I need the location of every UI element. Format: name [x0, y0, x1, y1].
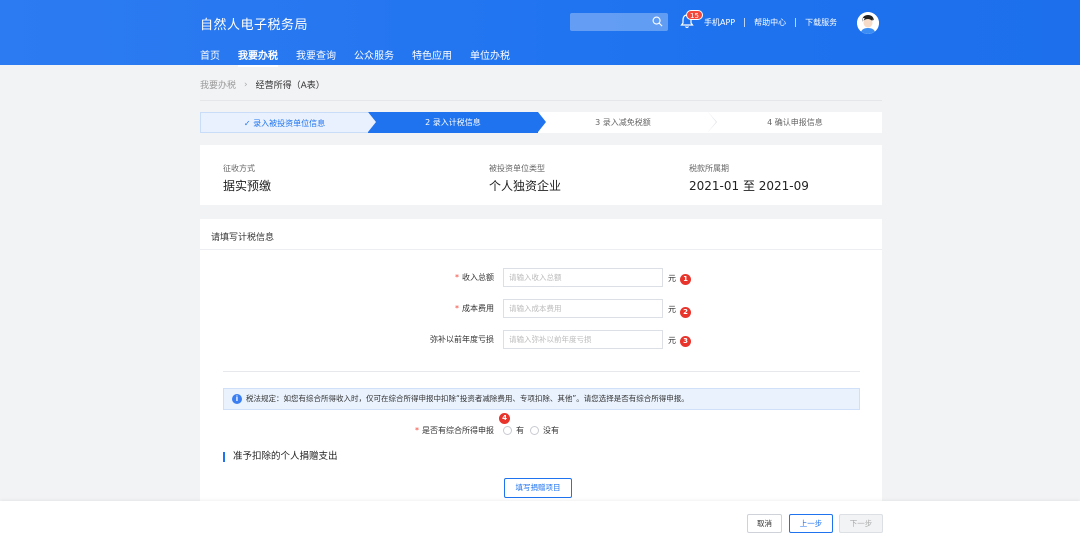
breadcrumb: 我要办税 › 经营所得（A表）	[200, 78, 325, 92]
footer-bar: 取消 上一步 下一步	[0, 501, 1080, 537]
divider	[200, 249, 882, 250]
prior-loss-unit: 元	[668, 336, 676, 345]
chevron-right-icon: ›	[244, 79, 248, 90]
mobile-app-link[interactable]: 手机APP	[704, 17, 735, 28]
radio-yes-label: 有	[516, 426, 524, 435]
step-4: 4 确认申报信息	[708, 112, 882, 133]
search-input[interactable]	[570, 13, 668, 31]
prior-loss-label: 弥补以前年度亏损	[430, 335, 494, 344]
nav-tax-filing[interactable]: 我要办税	[238, 47, 278, 67]
tax-period-value: 2021-01 至 2021-09	[689, 179, 809, 193]
nav-query[interactable]: 我要查询	[296, 47, 336, 62]
breadcrumb-current: 经营所得（A表）	[255, 81, 325, 91]
form-title: 请填写计税信息	[211, 233, 275, 243]
total-income-input[interactable]: 请输入收入总额	[503, 268, 663, 287]
breadcrumb-parent[interactable]: 我要办税	[200, 78, 236, 91]
declaration-summary: 征收方式 据实预缴 被投资单位类型 个人独资企业 税款所属期 2021-01 至…	[200, 145, 882, 205]
step-2: 2 录入计税信息	[368, 112, 546, 133]
step-1-label: ✓ 录入被投资单位信息	[243, 119, 326, 128]
radio-circle[interactable]	[530, 426, 539, 435]
radio-yes[interactable]: 有	[503, 425, 524, 436]
nav-special-apps[interactable]: 特色应用	[412, 47, 452, 62]
divider	[200, 100, 882, 101]
notification-badge: 15	[686, 10, 703, 20]
step-indicator: ✓ 录入被投资单位信息 2 录入计税信息 3 录入减免税额 4 确认申报信息	[200, 112, 882, 133]
tax-period: 税款所属期 2021-01 至 2021-09	[689, 163, 809, 194]
donation-section-title: 准予扣除的个人捐赠支出	[223, 452, 338, 462]
top-header: 自然人电子税务局 首页 我要办税 我要查询 公众服务 特色应用 单位办税 15 …	[0, 0, 1080, 67]
total-income-label: * 收入总额	[455, 273, 494, 282]
field-cost-expense: * 成本费用 请输入成本费用 元 2	[200, 299, 882, 319]
radio-no-label: 没有	[543, 426, 559, 435]
main-nav: 首页 我要办税 我要查询 公众服务 特色应用 单位办税	[200, 47, 528, 67]
nav-home[interactable]: 首页	[200, 47, 220, 62]
info-icon	[232, 389, 242, 409]
user-avatar-icon	[857, 12, 879, 34]
unit-type-label: 被投资单位类型	[489, 164, 545, 173]
fill-donation-button[interactable]: 填写捐赠项目	[504, 478, 572, 498]
prior-loss-input[interactable]: 请输入弥补以前年度亏损	[503, 330, 663, 349]
next-step-button[interactable]: 下一步	[839, 514, 883, 533]
radio-no[interactable]: 没有	[530, 425, 559, 436]
step-arrow	[538, 112, 546, 132]
unit-type-value: 个人独资企业	[489, 179, 562, 193]
collection-method-value: 据实预缴	[223, 179, 272, 193]
download-service-link[interactable]: 下载服务	[805, 17, 837, 28]
avatar[interactable]	[857, 12, 879, 34]
annotation-badge: 1	[680, 274, 691, 285]
notice-text: 税法规定：如您有综合所得收入时，仅可在综合所得申报中扣除“投资者减除费用、专项扣…	[246, 394, 689, 403]
tax-period-label: 税款所属期	[689, 164, 729, 173]
annotation-badge: 2	[680, 307, 691, 318]
step-4-label: 4 确认申报信息	[767, 118, 823, 127]
tax-info-form: 请填写计税信息 * 收入总额 请输入收入总额 元 1 * 成本费用 请输入成本费用 …	[200, 219, 882, 501]
annotation-badge: 3	[680, 336, 691, 347]
divider	[744, 18, 746, 27]
step-arrow	[368, 112, 376, 132]
cost-expense-unit: 元	[668, 305, 676, 314]
field-prior-loss: 弥补以前年度亏损 请输入弥补以前年度亏损 元 3	[200, 330, 882, 350]
tax-rule-notice: 税法规定：如您有综合所得收入时，仅可在综合所得申报中扣除“投资者减除费用、专项扣…	[223, 388, 860, 410]
step-3-label: 3 录入减免税额	[595, 118, 651, 127]
cost-expense-label: * 成本费用	[455, 304, 494, 313]
total-income-unit: 元	[668, 274, 676, 283]
comprehensive-income-label: * 是否有综合所得申报	[415, 426, 494, 435]
collection-method-label: 征收方式	[223, 164, 255, 173]
divider	[223, 371, 860, 372]
cancel-button[interactable]: 取消	[747, 514, 782, 533]
step-1[interactable]: ✓ 录入被投资单位信息	[200, 112, 376, 133]
help-center-link[interactable]: 帮助中心	[754, 17, 786, 28]
nav-public-service[interactable]: 公众服务	[354, 47, 394, 62]
comprehensive-income-question: * 是否有综合所得申报 有 没有	[200, 423, 882, 437]
nav-unit-tax[interactable]: 单位办税	[470, 47, 510, 62]
cost-expense-input[interactable]: 请输入成本费用	[503, 299, 663, 318]
step-arrow	[708, 112, 716, 132]
search-icon[interactable]	[652, 16, 663, 27]
top-links: 手机APP 帮助中心 下载服务	[704, 17, 837, 28]
radio-circle[interactable]	[503, 426, 512, 435]
divider	[795, 18, 797, 27]
site-title: 自然人电子税务局	[200, 18, 309, 33]
unit-type: 被投资单位类型 个人独资企业	[489, 163, 561, 194]
collection-method: 征收方式 据实预缴	[223, 163, 271, 194]
step-2-label: 2 录入计税信息	[425, 118, 481, 127]
field-total-income: * 收入总额 请输入收入总额 元 1	[200, 268, 882, 288]
step-3: 3 录入减免税额	[538, 112, 717, 133]
prev-step-button[interactable]: 上一步	[789, 514, 833, 533]
